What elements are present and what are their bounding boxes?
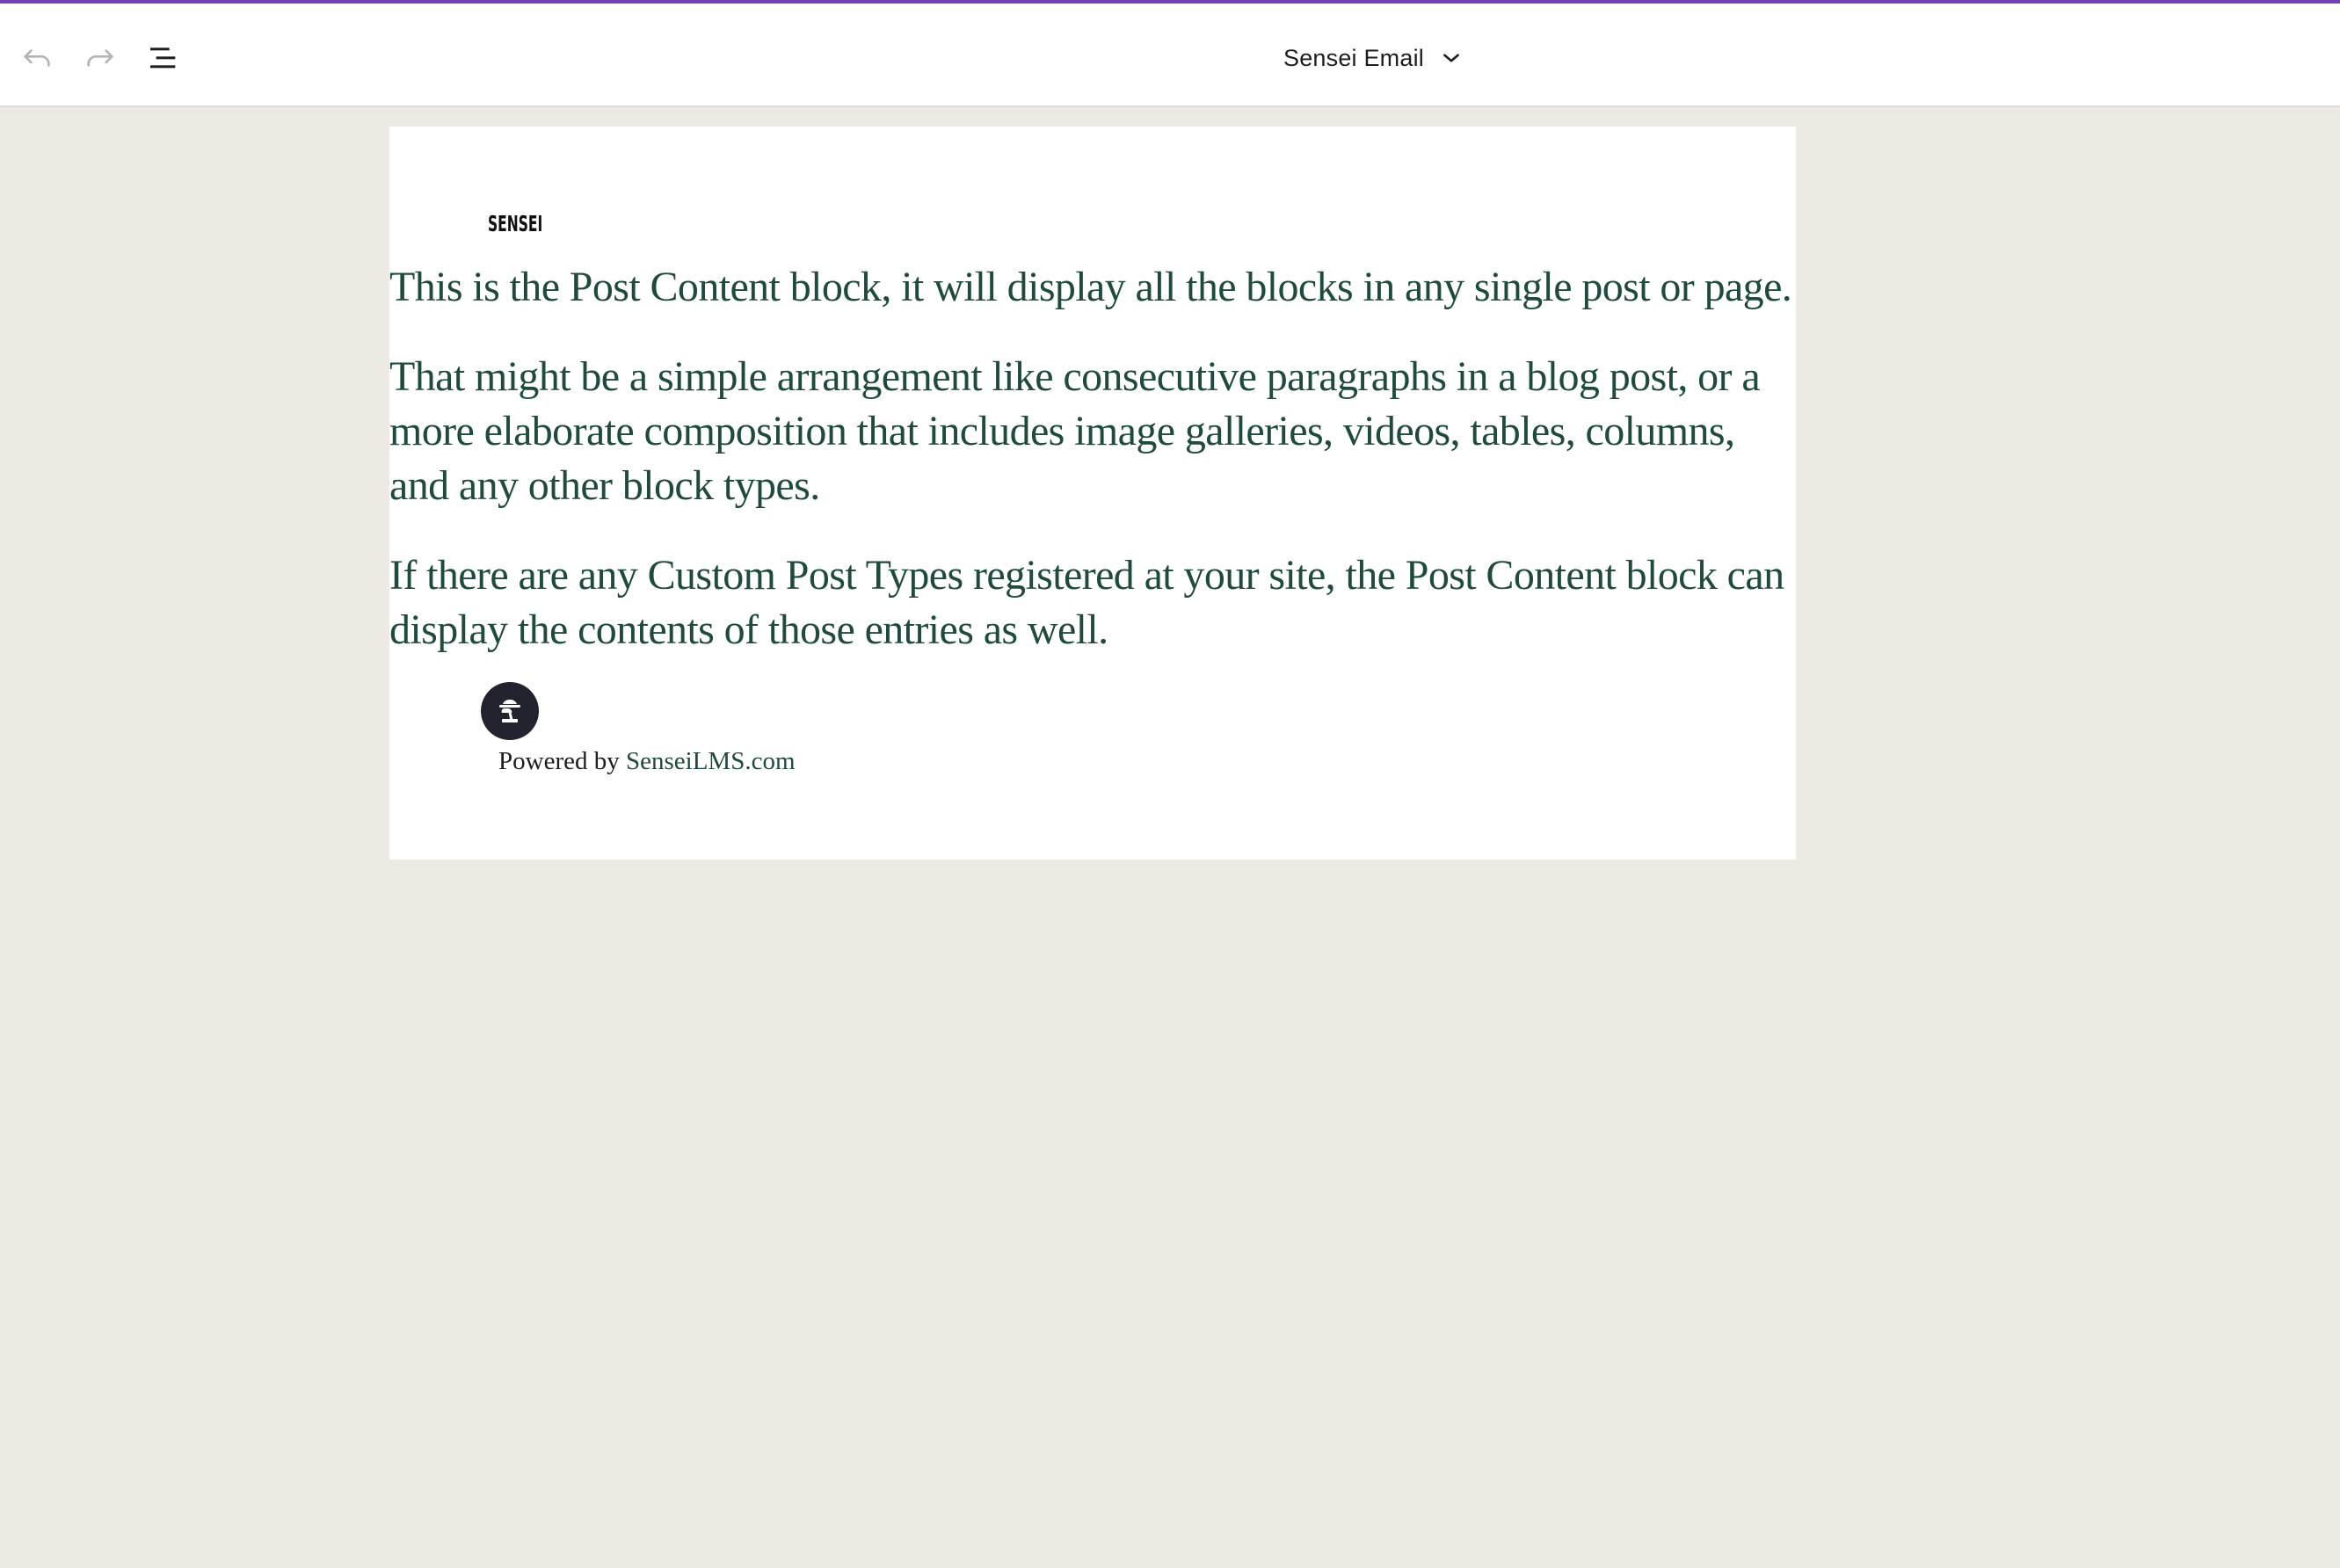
site-logo[interactable]: SENSEI [488, 211, 542, 236]
redo-button[interactable] [81, 39, 120, 77]
paragraph[interactable]: If there are any Custom Post Types regis… [389, 548, 1796, 657]
powered-by-label: Powered by [498, 747, 620, 775]
bonsai-tree-icon [499, 700, 520, 722]
document-title-dropdown[interactable]: Sensei Email [1283, 37, 1463, 79]
email-canvas[interactable]: SENSEI This is the Post Content block, i… [389, 127, 1796, 860]
chevron-down-icon [1443, 54, 1459, 62]
redo-icon [87, 49, 113, 67]
paragraph[interactable]: This is the Post Content block, it will … [389, 260, 1796, 315]
paragraph[interactable]: That might be a simple arrangement like … [389, 350, 1796, 513]
document-title: Sensei Email [1283, 44, 1424, 71]
list-view-button[interactable] [144, 39, 183, 77]
sensei-lms-link[interactable]: SenseiLMS.com [626, 747, 796, 775]
sensei-badge [481, 682, 539, 740]
post-content-block[interactable]: This is the Post Content block, it will … [389, 260, 1796, 693]
list-view-icon [150, 47, 176, 69]
editor-header: Sensei Email [0, 0, 2340, 107]
undo-button[interactable] [18, 39, 56, 77]
undo-icon [24, 49, 50, 67]
powered-by: Powered by SenseiLMS.com [498, 747, 796, 776]
